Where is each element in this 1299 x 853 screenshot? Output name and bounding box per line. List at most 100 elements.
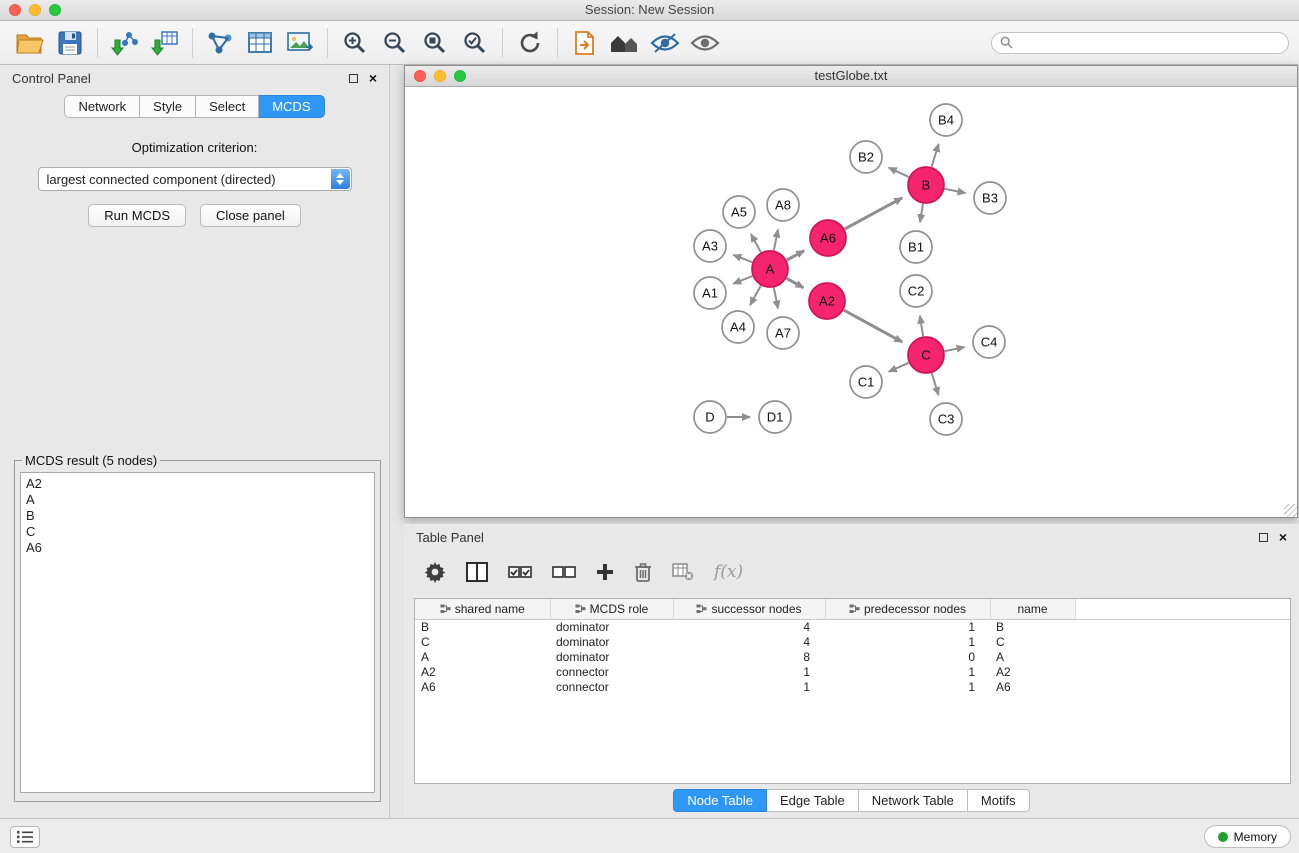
mcds-result-item[interactable]: A — [26, 492, 369, 508]
table-cell[interactable]: A6 — [990, 680, 1075, 695]
import-network-file-button[interactable] — [105, 25, 145, 61]
zoom-in-button[interactable] — [335, 25, 375, 61]
image-export-button[interactable] — [280, 25, 320, 61]
graph-node[interactable]: B4 — [930, 104, 962, 136]
graph-edge[interactable] — [733, 276, 752, 284]
tab-node-table[interactable]: Node Table — [673, 789, 767, 812]
graph-node[interactable]: A6 — [810, 220, 846, 256]
table-cell[interactable]: C — [415, 635, 550, 650]
mcds-result-list[interactable]: A2ABCA6 — [20, 472, 375, 793]
table-cell[interactable]: C — [990, 635, 1075, 650]
column-header-successor-nodes[interactable]: successor nodes — [673, 599, 825, 620]
eye-button[interactable] — [685, 25, 725, 61]
mcds-result-item[interactable]: B — [26, 508, 369, 524]
graph-node[interactable]: C4 — [973, 326, 1005, 358]
graph-node[interactable]: C3 — [930, 403, 962, 435]
save-session-button[interactable] — [50, 25, 90, 61]
search-box[interactable] — [991, 32, 1289, 54]
memory-button[interactable]: Memory — [1204, 825, 1291, 848]
table-cell[interactable]: B — [990, 620, 1075, 636]
network-window-titlebar[interactable]: testGlobe.txt — [405, 66, 1297, 87]
graph-edge[interactable] — [750, 286, 761, 306]
column-header-mcds-role[interactable]: MCDS role — [550, 599, 673, 620]
close-view-icon[interactable] — [414, 70, 426, 82]
network-canvas[interactable]: B4B2BB3A5A8A6A3B1AC2A1A2A4A7C4CC1DD1C3 — [405, 87, 1297, 517]
close-window-icon[interactable] — [9, 4, 21, 16]
maximize-window-icon[interactable] — [49, 4, 61, 16]
graph-node[interactable]: C1 — [850, 366, 882, 398]
graph-node[interactable]: A1 — [694, 277, 726, 309]
table-cell[interactable]: A — [990, 650, 1075, 665]
table-settings-button[interactable] — [424, 558, 446, 586]
table-row[interactable]: A2connector11A2 — [415, 665, 1290, 680]
graph-edge[interactable] — [932, 144, 939, 167]
column-header-name[interactable]: name — [990, 599, 1075, 620]
show-columns-button[interactable] — [466, 558, 488, 586]
graph-node[interactable]: A — [752, 251, 788, 287]
graph-node[interactable]: A5 — [723, 196, 755, 228]
table-cell[interactable]: 1 — [825, 665, 990, 680]
tab-style[interactable]: Style — [140, 95, 196, 118]
maximize-view-icon[interactable] — [454, 70, 466, 82]
graph-node[interactable]: A2 — [809, 283, 845, 319]
graph-node[interactable]: C — [908, 337, 944, 373]
network-button[interactable] — [200, 25, 240, 61]
table-cell[interactable]: 1 — [825, 635, 990, 650]
graph-edge[interactable] — [844, 310, 903, 342]
graph-node[interactable]: B2 — [850, 141, 882, 173]
table-cell[interactable]: A — [415, 650, 550, 665]
column-header-shared-name[interactable]: shared name — [415, 599, 550, 620]
tab-edge-table[interactable]: Edge Table — [767, 789, 859, 812]
optimization-criterion-select[interactable]: largest connected component (directed) — [38, 167, 352, 191]
tab-mcds[interactable]: MCDS — [259, 95, 324, 118]
export-network-button[interactable] — [565, 25, 605, 61]
graph-edge[interactable] — [945, 189, 966, 193]
table-cell[interactable]: 0 — [825, 650, 990, 665]
graph-node[interactable]: A3 — [694, 230, 726, 262]
graph-edge[interactable] — [787, 251, 804, 260]
graph-node[interactable]: B3 — [974, 182, 1006, 214]
tab-motifs[interactable]: Motifs — [968, 789, 1030, 812]
mcds-result-item[interactable]: A6 — [26, 540, 369, 556]
table-cell[interactable]: dominator — [550, 620, 673, 636]
table-cell[interactable]: 8 — [673, 650, 825, 665]
table-cell[interactable]: dominator — [550, 635, 673, 650]
close-table-panel-icon[interactable]: × — [1279, 533, 1287, 542]
graph-edge[interactable] — [920, 316, 923, 337]
minimize-window-icon[interactable] — [29, 4, 41, 16]
graph-node[interactable]: A7 — [767, 317, 799, 349]
table-button[interactable] — [240, 25, 280, 61]
graph-edge[interactable] — [774, 288, 778, 309]
graph-edge[interactable] — [932, 373, 939, 395]
table-cell[interactable]: 4 — [673, 635, 825, 650]
table-cell[interactable]: B — [415, 620, 550, 636]
mcds-result-item[interactable]: C — [26, 524, 369, 540]
delete-column-button[interactable] — [634, 558, 652, 586]
table-cell[interactable]: connector — [550, 665, 673, 680]
table-cell[interactable]: 1 — [673, 680, 825, 695]
table-cell[interactable]: 1 — [673, 665, 825, 680]
graph-node[interactable]: A8 — [767, 189, 799, 221]
home-button[interactable] — [605, 25, 645, 61]
graph-node[interactable]: C2 — [900, 275, 932, 307]
table-cell[interactable]: 1 — [825, 680, 990, 695]
graph-node[interactable]: D — [694, 401, 726, 433]
graph-edge[interactable] — [751, 234, 761, 252]
table-cell[interactable]: connector — [550, 680, 673, 695]
graph-edge[interactable] — [920, 204, 923, 223]
graph-node[interactable]: B1 — [900, 231, 932, 263]
graph-edge[interactable] — [774, 230, 778, 251]
zoom-selected-button[interactable] — [455, 25, 495, 61]
zoom-fit-button[interactable] — [415, 25, 455, 61]
open-session-button[interactable] — [10, 25, 50, 61]
table-row[interactable]: Adominator80A — [415, 650, 1290, 665]
graph-node[interactable]: B — [908, 167, 944, 203]
close-panel-button[interactable]: Close panel — [200, 204, 301, 227]
graph-edge[interactable] — [889, 168, 909, 177]
mcds-result-item[interactable]: A2 — [26, 476, 369, 492]
import-table-file-button[interactable] — [145, 25, 185, 61]
tab-network[interactable]: Network — [64, 95, 140, 118]
tab-select[interactable]: Select — [196, 95, 259, 118]
network-canvas-area[interactable]: B4B2BB3A5A8A6A3B1AC2A1A2A4A7C4CC1DD1C3 — [405, 87, 1297, 517]
float-table-panel-icon[interactable] — [1259, 533, 1268, 542]
